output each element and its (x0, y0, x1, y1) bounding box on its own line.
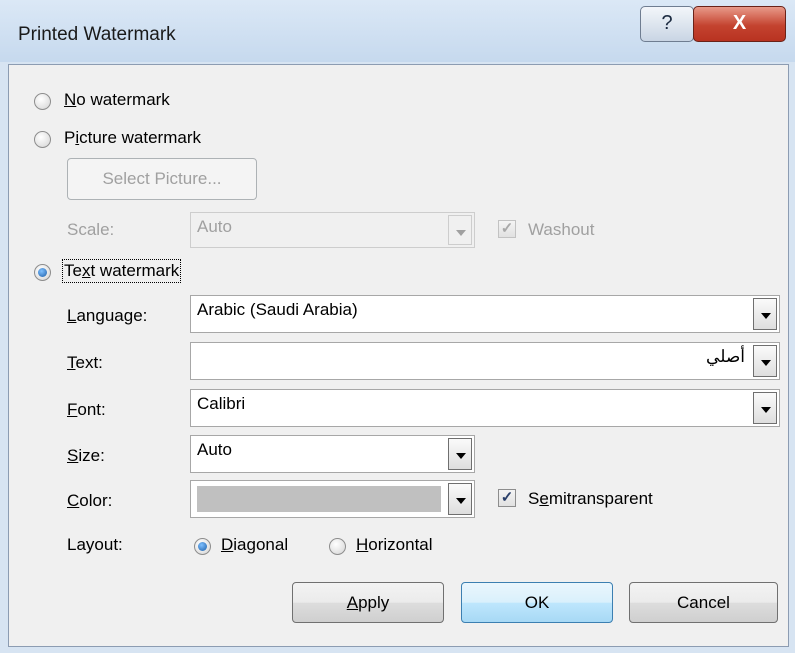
color-swatch (197, 486, 441, 512)
chevron-down-icon[interactable] (448, 215, 472, 245)
title-bar: Printed Watermark ? X (0, 0, 795, 62)
size-value: Auto (197, 440, 232, 459)
ok-button[interactable]: OK (461, 582, 613, 623)
chevron-down-icon[interactable] (448, 438, 472, 470)
font-value: Calibri (197, 394, 246, 413)
scale-value: Auto (197, 217, 232, 236)
washout-checkbox[interactable]: ✓ (498, 220, 516, 238)
picture-watermark-radio[interactable] (34, 131, 51, 148)
dialog-body: No watermark Picture watermark Select Pi… (8, 64, 789, 647)
font-dropdown[interactable]: Calibri (190, 389, 780, 427)
picture-watermark-label[interactable]: Picture watermark (64, 128, 201, 148)
language-dropdown[interactable]: Arabic (Saudi Arabia) (190, 295, 780, 333)
text-watermark-radio[interactable] (34, 264, 51, 281)
size-dropdown[interactable]: Auto (190, 435, 475, 473)
no-watermark-radio[interactable] (34, 93, 51, 110)
text-label: Text: (67, 353, 103, 372)
washout-label[interactable]: Washout (528, 220, 594, 240)
text-combobox[interactable]: أصلي (190, 342, 780, 380)
font-label: Font: (67, 400, 106, 419)
no-watermark-label[interactable]: No watermark (64, 90, 170, 110)
text-watermark-label[interactable]: Text watermark (61, 259, 182, 283)
color-label: Color: (67, 491, 113, 510)
layout-diagonal-label[interactable]: Diagonal (221, 535, 288, 555)
no-watermark-label-rest: o watermark (76, 90, 170, 109)
apply-button[interactable]: Apply (292, 582, 444, 623)
cancel-button[interactable]: Cancel (629, 582, 778, 623)
scale-dropdown[interactable]: Auto (190, 212, 475, 248)
layout-horizontal-label[interactable]: Horizontal (356, 535, 433, 555)
size-label: Size: (67, 446, 105, 465)
color-dropdown[interactable] (190, 480, 475, 518)
layout-diagonal-radio[interactable] (194, 538, 211, 555)
chevron-down-icon[interactable] (448, 483, 472, 515)
language-label: Language: (67, 306, 148, 325)
semitransparent-checkbox[interactable]: ✓ (498, 489, 516, 507)
layout-label: Layout: (67, 535, 123, 554)
semitransparent-label[interactable]: Semitransparent (528, 489, 653, 509)
help-button[interactable]: ? (640, 6, 694, 42)
dialog-title: Printed Watermark (18, 24, 176, 45)
select-picture-button[interactable]: Select Picture... (67, 158, 257, 200)
language-value: Arabic (Saudi Arabia) (197, 300, 358, 319)
close-button[interactable]: X (693, 6, 786, 42)
text-value[interactable]: أصلي (706, 347, 745, 367)
layout-horizontal-radio[interactable] (329, 538, 346, 555)
chevron-down-icon[interactable] (753, 345, 777, 377)
scale-label: Scale: (67, 220, 115, 239)
chevron-down-icon[interactable] (753, 392, 777, 424)
chevron-down-icon[interactable] (753, 298, 777, 330)
